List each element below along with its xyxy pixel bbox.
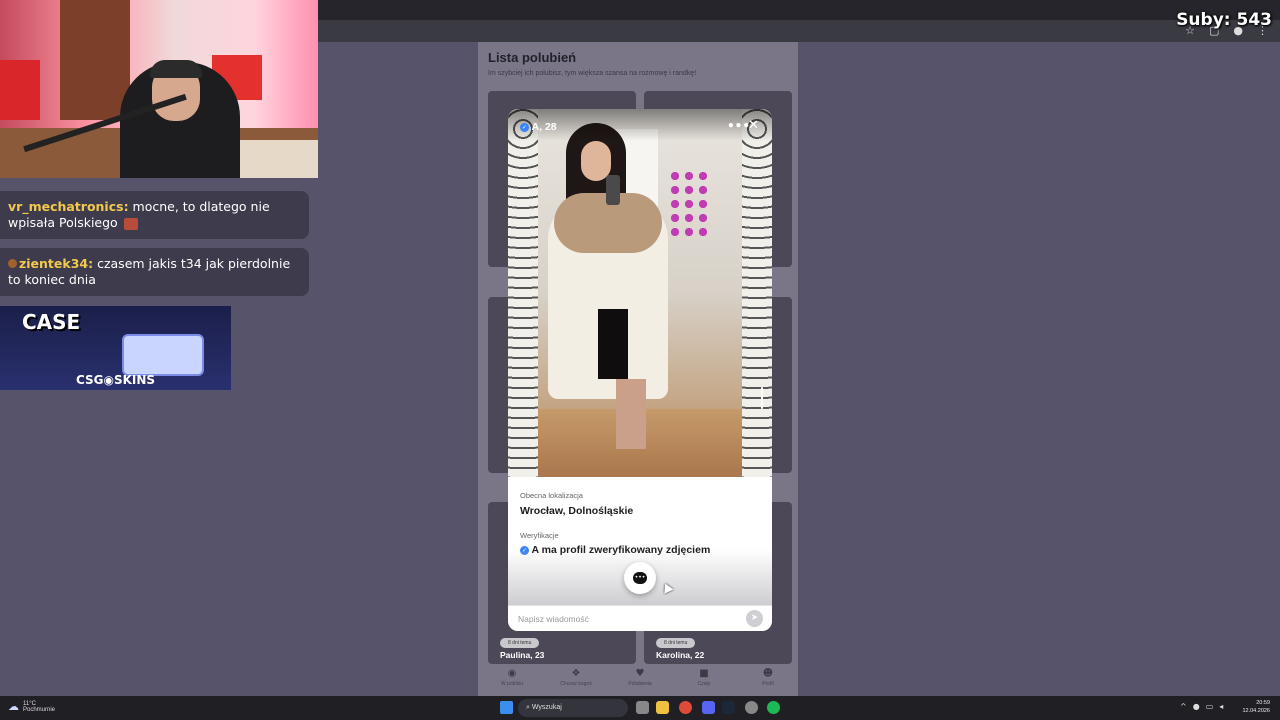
card-name: Paulina, 23	[500, 650, 545, 660]
file-explorer-icon[interactable]	[656, 701, 669, 714]
nav-label: Polubienia	[628, 681, 652, 687]
profile-modal: ✓ A, 28 ••• ✕ Obecna lokalizacja Wrocław…	[508, 109, 772, 631]
nav-label: Czaty	[697, 681, 711, 687]
cloud-icon: ☁	[8, 700, 19, 713]
card-name: Karolina, 22	[656, 650, 705, 660]
chat-button[interactable]: •••	[624, 562, 656, 594]
page-title: Lista polubień	[488, 50, 577, 65]
nav-label: W pobliżu	[501, 681, 523, 687]
taskbar-search[interactable]: ⌕ Wyszukaj	[518, 699, 628, 717]
webcam-overlay	[0, 0, 318, 178]
weather-text: Pochmurnie	[23, 706, 56, 713]
nav-label: Chcesz kogoś	[560, 681, 592, 687]
photo-scroll-indicator	[761, 387, 763, 409]
network-icon[interactable]: ▭	[1206, 702, 1214, 711]
chat-bubble-icon: •••	[633, 571, 647, 584]
chat-username: zientek34:	[19, 256, 94, 271]
verified-icon: ✓	[520, 122, 529, 132]
send-icon[interactable]: ➤	[746, 610, 763, 627]
windows-start-icon[interactable]	[500, 701, 513, 714]
more-options-icon[interactable]: •••	[727, 119, 750, 133]
nav-item-chats[interactable]: ■ Czaty	[680, 668, 728, 687]
page-subtitle: Im szybciej ich polubisz, tym większa sz…	[488, 70, 697, 77]
location-label: Obecna lokalizacja	[520, 491, 583, 500]
close-icon[interactable]: ✕	[748, 118, 759, 133]
volume-icon[interactable]: ◂	[1219, 702, 1223, 711]
taskbar: ☁ 11°C Pochmurnie ⌕ Wyszukaj ^ ● ▭ ◂ 20:…	[0, 696, 1280, 720]
chat-message: vr_mechatronics: mocne, to dlatego nie w…	[0, 191, 309, 239]
time-pill: 8 dni temu	[500, 638, 540, 648]
sponsor-banner: CASE CSG◉SKINS	[0, 306, 231, 390]
chat-username: vr_mechatronics:	[8, 199, 129, 214]
weather-widget[interactable]: ☁ 11°C Pochmurnie	[8, 700, 55, 713]
ad-brand: CSG◉SKINS	[75, 373, 156, 387]
nav-item-nearby[interactable]: ◉ W pobliżu	[488, 668, 536, 687]
cards-icon: ❖	[571, 668, 581, 679]
verification-label: Weryfikacje	[520, 531, 559, 540]
profile-photo[interactable]	[508, 109, 772, 477]
case-icon	[122, 334, 204, 376]
chrome-icon[interactable]	[679, 701, 692, 714]
obs-icon[interactable]	[745, 701, 758, 714]
profile-name-text: A, 28	[531, 121, 557, 133]
nav-item-profile[interactable]: ☻ Profil	[744, 668, 792, 687]
message-bar: ➤	[508, 605, 772, 631]
subscriber-counter: Suby: 543	[1176, 10, 1272, 30]
chat-message: zientek34: czasem jakis t34 jak pierdoln…	[0, 248, 309, 296]
user-icon: ☻	[762, 668, 774, 679]
ad-headline: CASE	[22, 310, 81, 334]
location-value: Wrocław, Dolnośląskie	[520, 505, 634, 517]
profile-name: ✓ A, 28	[520, 121, 557, 133]
chevron-up-icon[interactable]: ^	[1180, 702, 1187, 711]
time-pill: 8 dni temu	[656, 638, 696, 648]
chat-icon: ■	[699, 668, 709, 679]
nav-item-likes[interactable]: ♥ Polubienia	[616, 668, 664, 687]
emote-icon	[123, 217, 138, 230]
discord-icon[interactable]	[702, 701, 715, 714]
system-tray: ^ ● ▭ ◂	[1180, 702, 1223, 711]
clock[interactable]: 20:59 12.04.2026	[1238, 699, 1270, 715]
nav-label: Profil	[762, 681, 774, 687]
badge-icon	[8, 259, 17, 268]
steam-icon[interactable]	[722, 701, 735, 714]
browser-toolbar	[318, 20, 1280, 42]
spotify-icon[interactable]	[767, 701, 780, 714]
bottom-nav: ◉ W pobliżu ❖ Chcesz kogoś ♥ Polubienia …	[478, 666, 798, 696]
microphone-icon[interactable]: ●	[1193, 702, 1200, 711]
nav-item-discover[interactable]: ❖ Chcesz kogoś	[552, 668, 600, 687]
task-view-icon[interactable]	[636, 701, 649, 714]
location-icon: ◉	[507, 668, 517, 679]
message-input[interactable]	[518, 610, 738, 628]
heart-icon: ♥	[635, 668, 645, 679]
